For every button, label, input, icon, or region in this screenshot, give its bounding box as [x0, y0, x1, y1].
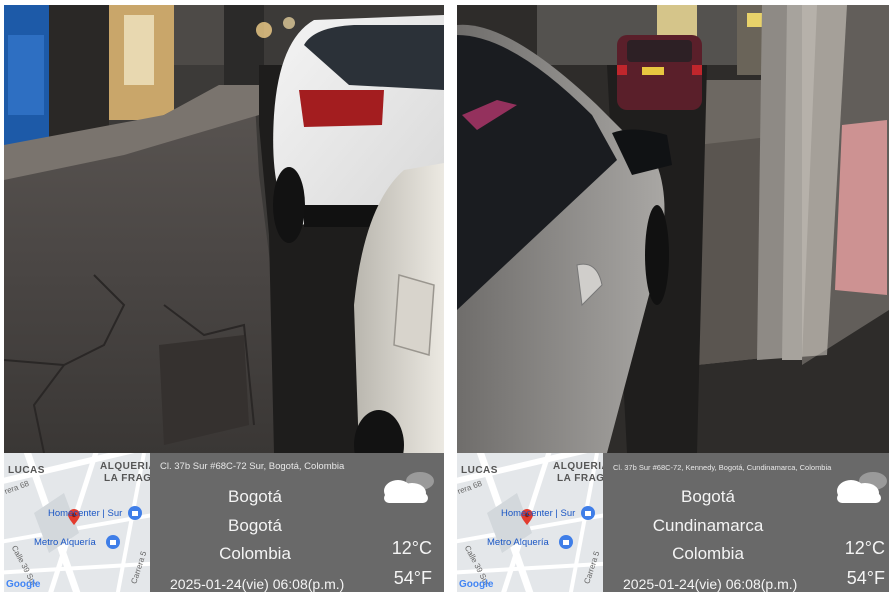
- location-map: LUCAS ALQUERIA LA FRAG rera 68 Homecente…: [457, 453, 603, 592]
- map-label-area: LA FRAG: [557, 473, 603, 484]
- temperature-fahrenheit: 54°F: [846, 568, 885, 588]
- geo-overlay: LUCAS ALQUERIA LA FRAG rera 68 Homecente…: [457, 453, 889, 592]
- store-icon: [559, 535, 573, 549]
- map-label-place: Metro Alquería: [487, 537, 549, 548]
- store-icon: [128, 506, 142, 520]
- datetime-text: 2025-01-24(vie) 06:08(p.m.): [170, 576, 345, 592]
- address-text: Cl. 37b Sur #68C-72 Sur, Bogotá, Colombi…: [160, 461, 345, 472]
- map-label-place: Metro Alquería: [34, 537, 96, 548]
- geo-overlay: LUCAS ALQUERIA LA FRAG rera 68 Homecente…: [4, 453, 444, 592]
- region-text: Bogotá: [228, 516, 282, 535]
- temperature-fahrenheit: 54°F: [393, 568, 432, 588]
- google-logo: Google: [459, 579, 494, 590]
- google-logo: Google: [6, 579, 41, 590]
- store-icon: [581, 506, 595, 520]
- map-label-area: ALQUERIA: [100, 461, 150, 472]
- photo-panel-right: LUCAS ALQUERIA LA FRAG rera 68 Homecente…: [457, 5, 889, 592]
- city-text: Bogotá: [228, 487, 282, 506]
- map-label-place: Homecenter | Sur: [501, 508, 576, 519]
- city-text: Bogotá: [681, 487, 735, 506]
- cloud-icon: [837, 472, 887, 503]
- map-label-area: LUCAS: [461, 465, 498, 476]
- temperature-celsius: 12°C: [844, 538, 885, 558]
- region-text: Cundinamarca: [652, 516, 764, 535]
- map-label-area: LA FRAG: [104, 473, 150, 484]
- location-map: LUCAS ALQUERIA LA FRAG rera 68 Homecente…: [4, 453, 150, 592]
- location-info: Cl. 37b Sur #68C-72 Sur, Bogotá, Colombi…: [150, 453, 444, 592]
- country-text: Colombia: [672, 544, 744, 563]
- cloud-icon: [384, 472, 434, 503]
- temperature-celsius: 12°C: [391, 538, 432, 558]
- store-icon: [106, 535, 120, 549]
- datetime-text: 2025-01-24(vie) 06:08(p.m.): [623, 576, 798, 592]
- map-label-area: ALQUERIA: [553, 461, 603, 472]
- country-text: Colombia: [219, 544, 291, 563]
- address-text: Cl. 37b Sur #68C-72, Kennedy, Bogotá, Cu…: [613, 463, 832, 472]
- map-label-area: LUCAS: [8, 465, 45, 476]
- street-photo-right: [457, 5, 889, 453]
- street-photo-left: [4, 5, 444, 453]
- photo-panel-left: LUCAS ALQUERIA LA FRAG rera 68 Homecente…: [4, 5, 444, 592]
- location-info: Cl. 37b Sur #68C-72, Kennedy, Bogotá, Cu…: [603, 453, 889, 592]
- map-label-place: Homecenter | Sur: [48, 508, 123, 519]
